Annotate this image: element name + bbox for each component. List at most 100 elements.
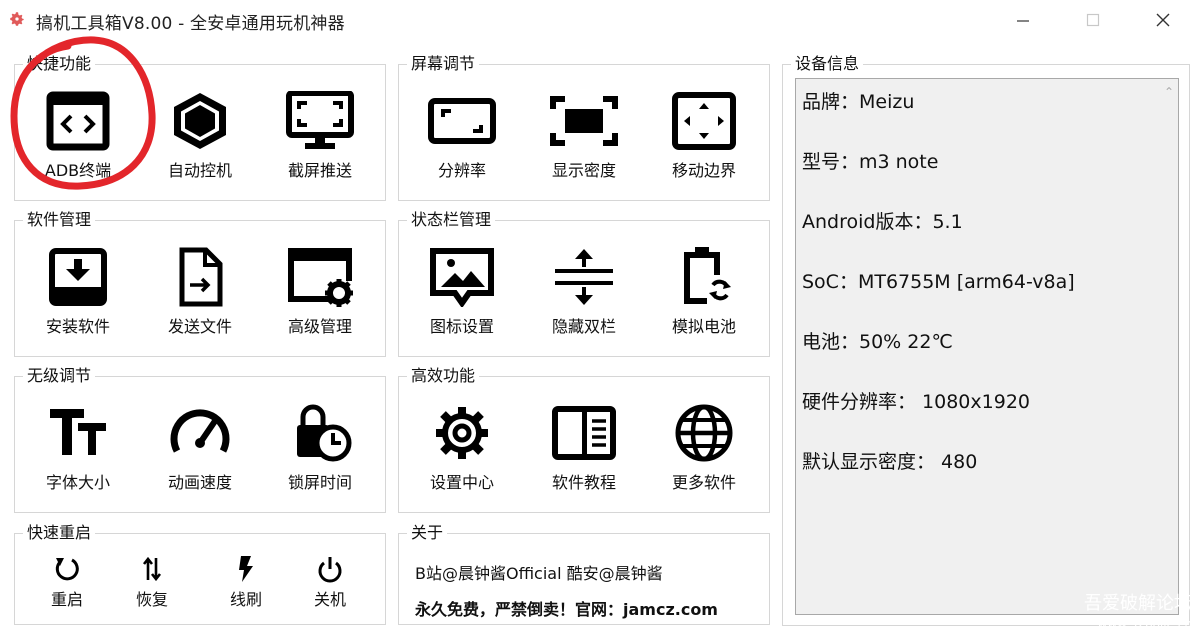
info-default-density: 默认显示密度： 480 bbox=[802, 451, 978, 473]
app-gear-icon bbox=[10, 12, 24, 26]
about-website[interactable]: 永久免费，严禁倒卖！官网：jamcz.com bbox=[415, 596, 718, 620]
globe-icon bbox=[675, 404, 733, 462]
tool-install-app[interactable]: 安装软件 bbox=[23, 247, 133, 337]
about-social[interactable]: B站@晨钟酱Official 酷安@晨钟酱 bbox=[415, 560, 663, 584]
terminal-icon bbox=[46, 91, 110, 151]
hide-bars-icon bbox=[555, 249, 613, 305]
tool-font-size[interactable]: 字体大小 bbox=[23, 403, 133, 493]
tool-power-off[interactable]: 关机 bbox=[275, 554, 385, 610]
tool-lock-screen-time[interactable]: 锁屏时间 bbox=[265, 403, 375, 493]
recovery-icon bbox=[142, 556, 162, 582]
tool-label: 模拟电池 bbox=[671, 317, 736, 336]
tool-send-file[interactable]: 发送文件 bbox=[145, 247, 255, 337]
tool-hide-bars[interactable]: 隐藏双栏 bbox=[529, 247, 639, 337]
close-icon bbox=[1156, 13, 1170, 27]
tool-label: 隐藏双栏 bbox=[551, 317, 616, 336]
window-title: 搞机工具箱V8.00 - 全安卓通用玩机神器 bbox=[36, 14, 345, 34]
minimize-icon bbox=[1017, 20, 1029, 22]
watermark-url: www.52pojie.cn bbox=[1097, 617, 1192, 631]
font-size-icon bbox=[50, 409, 106, 455]
group-quick: 快捷功能 ADB终端 自动控机 截屏推送 bbox=[14, 54, 386, 201]
tool-label: 软件教程 bbox=[551, 473, 616, 492]
tool-animation-speed[interactable]: 动画速度 bbox=[145, 403, 255, 493]
resolution-icon bbox=[428, 98, 496, 144]
info-brand: 品牌：Meizu bbox=[802, 91, 915, 113]
install-icon bbox=[49, 248, 107, 306]
density-icon bbox=[550, 96, 618, 146]
tool-label: 自动控机 bbox=[167, 161, 232, 180]
group-title: 设备信息 bbox=[791, 54, 864, 74]
tool-label: 关机 bbox=[313, 590, 346, 609]
tool-label: 安装软件 bbox=[45, 317, 110, 336]
tool-advanced-manage[interactable]: 高级管理 bbox=[265, 247, 375, 337]
info-android-version: Android版本：5.1 bbox=[802, 211, 963, 233]
maximize-button[interactable] bbox=[1073, 6, 1113, 34]
tool-more-software[interactable]: 更多软件 bbox=[649, 403, 759, 493]
speedometer-icon bbox=[170, 409, 230, 453]
hexagon-icon bbox=[174, 93, 226, 149]
tool-label: 移动边界 bbox=[671, 161, 736, 180]
tool-adb-terminal[interactable]: ADB终端 bbox=[23, 91, 133, 181]
tool-label: 分辨率 bbox=[437, 161, 486, 180]
group-title: 状态栏管理 bbox=[407, 210, 496, 230]
group-efficient: 高效功能 设置中心 软件教程 更多软件 bbox=[398, 366, 770, 513]
gear-icon bbox=[436, 407, 488, 459]
tool-auto-control[interactable]: 自动控机 bbox=[145, 91, 255, 181]
group-software: 软件管理 安装软件 发送文件 高级管理 bbox=[14, 210, 386, 357]
tool-settings-center[interactable]: 设置中心 bbox=[407, 403, 517, 493]
title-bar: 搞机工具箱V8.00 - 全安卓通用玩机神器 bbox=[0, 0, 1200, 40]
group-title: 快速重启 bbox=[23, 523, 96, 543]
watermark-title: 吾爱破解论坛 bbox=[1084, 593, 1192, 614]
lock-clock-icon bbox=[297, 404, 352, 462]
group-title: 软件管理 bbox=[23, 210, 96, 230]
tool-icon-settings[interactable]: 图标设置 bbox=[407, 247, 517, 337]
device-info-textbox[interactable]: ⌃ 品牌：Meizu 型号：m3 note Android版本：5.1 SoC：… bbox=[795, 78, 1179, 615]
image-icon bbox=[430, 248, 494, 307]
group-title: 关于 bbox=[407, 523, 448, 543]
group-title: 快捷功能 bbox=[23, 54, 96, 74]
send-file-icon bbox=[179, 247, 223, 307]
group-stepless: 无级调节 字体大小 动画速度 锁屏时间 bbox=[14, 366, 386, 513]
move-bounds-icon bbox=[672, 92, 736, 150]
tool-simulate-battery[interactable]: 模拟电池 bbox=[649, 247, 759, 337]
screenshot-monitor-icon bbox=[286, 91, 354, 149]
group-title: 高效功能 bbox=[407, 366, 480, 386]
group-screen: 屏幕调节 分辨率 显示密度 移动边界 bbox=[398, 54, 770, 201]
info-model: 型号：m3 note bbox=[802, 151, 939, 173]
tool-label: 截屏推送 bbox=[287, 161, 352, 180]
advanced-settings-icon bbox=[288, 248, 353, 307]
tool-label: 发送文件 bbox=[167, 317, 232, 336]
minimize-button[interactable] bbox=[1003, 6, 1043, 34]
info-soc: SoC：MT6755M [arm64-v8a] bbox=[802, 271, 1075, 293]
scroll-up-arrow-icon[interactable]: ⌃ bbox=[1164, 85, 1174, 99]
tool-label: ADB终端 bbox=[44, 161, 112, 180]
info-battery: 电池：50% 22℃ bbox=[802, 331, 953, 353]
info-hardware-resolution: 硬件分辨率： 1080x1920 bbox=[802, 391, 1030, 413]
tool-label: 图标设置 bbox=[429, 317, 494, 336]
group-reboot: 快速重启 重启 恢复 线刷 关机 bbox=[14, 523, 386, 625]
tool-label: 高级管理 bbox=[287, 317, 352, 336]
close-button[interactable] bbox=[1143, 6, 1183, 34]
tool-resolution[interactable]: 分辨率 bbox=[407, 91, 517, 181]
group-title: 无级调节 bbox=[23, 366, 96, 386]
power-icon bbox=[318, 557, 342, 583]
tool-label: 显示密度 bbox=[551, 161, 616, 180]
tool-label: 更多软件 bbox=[671, 473, 736, 492]
flash-icon bbox=[239, 556, 253, 582]
maximize-icon bbox=[1086, 13, 1100, 27]
tool-software-tutorial[interactable]: 软件教程 bbox=[529, 403, 639, 493]
tool-screenshot-push[interactable]: 截屏推送 bbox=[265, 91, 375, 181]
group-title: 屏幕调节 bbox=[407, 54, 480, 74]
tool-move-bounds[interactable]: 移动边界 bbox=[649, 91, 759, 181]
book-icon bbox=[552, 406, 616, 460]
tool-label: 设置中心 bbox=[429, 473, 494, 492]
watermark: 吾爱破解论坛 www.52pojie.cn bbox=[1084, 594, 1192, 634]
tool-label: 动画速度 bbox=[167, 473, 232, 492]
group-about: 关于 B站@晨钟酱Official 酷安@晨钟酱 永久免费，严禁倒卖！官网：ja… bbox=[398, 523, 770, 625]
restart-icon bbox=[55, 558, 79, 581]
group-statusbar: 状态栏管理 图标设置 隐藏双栏 模拟电池 bbox=[398, 210, 770, 357]
tool-label: 锁屏时间 bbox=[287, 473, 352, 492]
battery-sync-icon bbox=[684, 247, 731, 304]
tool-display-density[interactable]: 显示密度 bbox=[529, 91, 639, 181]
tool-label: 字体大小 bbox=[45, 473, 110, 492]
